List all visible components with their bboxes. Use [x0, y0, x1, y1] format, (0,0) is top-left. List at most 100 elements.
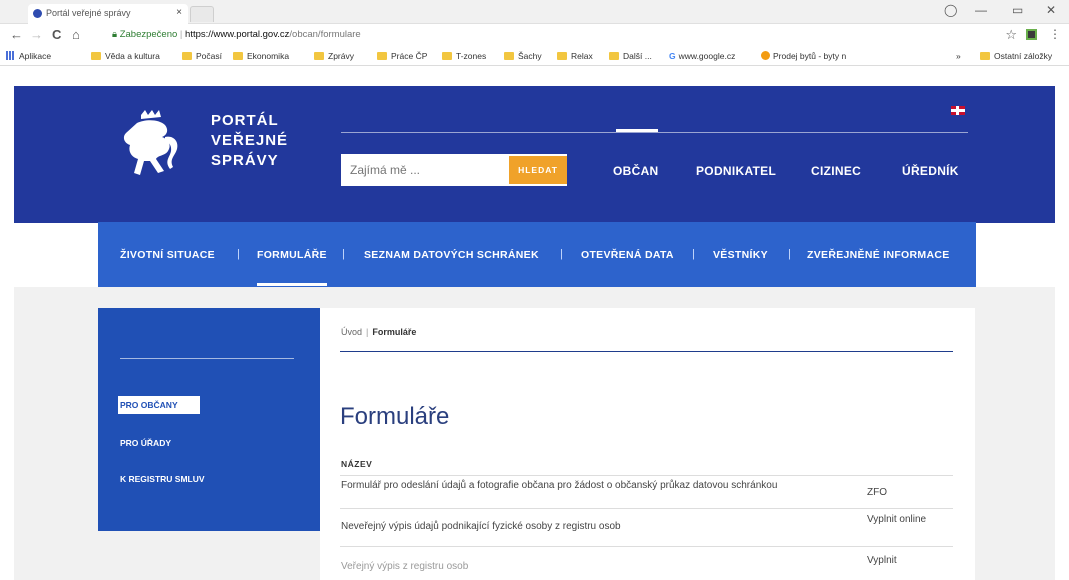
subnav-zivotni-situace[interactable]: ŽIVOTNÍ SITUACE — [120, 249, 215, 261]
sidebar-item-k-registru-smluv[interactable]: K REGISTRU SMLUV — [120, 474, 205, 484]
form-row-action[interactable]: Vyplnit online — [867, 513, 927, 526]
breadcrumb-separator: | — [366, 327, 369, 337]
row-divider — [340, 508, 953, 509]
bookmark-label: Ostatní záložky — [994, 51, 1053, 61]
logo-line: PORTÁL — [211, 112, 279, 129]
bookmark-item[interactable]: Zprávy — [314, 51, 354, 61]
site-header: PORTÁL VEŘEJNÉ SPRÁVY HLEDAT OBČAN PODNI… — [14, 86, 1055, 223]
close-window-button[interactable]: ✕ — [1046, 3, 1056, 17]
folder-icon — [182, 52, 192, 60]
subnav-formulare[interactable]: FORMULÁŘE — [257, 249, 327, 261]
subnav-separator: | — [788, 248, 791, 260]
bookmark-label: Práce ČP — [391, 51, 428, 61]
breadcrumb-current: Formuláře — [372, 327, 417, 337]
bookmark-item[interactable]: Relax — [557, 51, 593, 61]
bookmark-google[interactable]: Gwww.google.cz — [669, 51, 735, 61]
home-icon[interactable]: ⌂ — [72, 27, 80, 42]
form-row-name[interactable]: Veřejný výpis z registru osob — [341, 560, 831, 573]
reload-icon[interactable]: C — [52, 27, 61, 42]
lock-icon: 🔒︎ — [112, 29, 118, 40]
subnav-zverejnene-informace[interactable]: ZVEŘEJNĚNÉ INFORMACE — [807, 249, 950, 261]
bookmark-item[interactable]: Šachy — [504, 51, 542, 61]
main-content: Úvod | Formuláře Formuláře NÁZEV Formulář … — [320, 308, 975, 580]
tab-close-icon[interactable]: × — [176, 7, 182, 18]
bookmark-label: T-zones — [456, 51, 487, 61]
form-row-name[interactable]: Formulář pro odeslání údajů a fotografie… — [341, 479, 831, 492]
bookmark-item[interactable]: Práce ČP — [377, 51, 427, 61]
bookmarks-more[interactable]: » — [956, 51, 961, 61]
url-host: www.portal.gov.cz — [213, 29, 290, 40]
site-icon — [761, 51, 770, 60]
breadcrumb: Úvod | Formuláře — [341, 327, 416, 337]
form-row-action[interactable]: Vyplnit — [867, 554, 897, 567]
english-flag-icon[interactable] — [951, 106, 965, 115]
bookmark-label: Ekonomika — [247, 51, 290, 61]
bookmark-label: Zprávy — [328, 51, 354, 61]
bookmark-star-icon[interactable]: ☆ — [1005, 27, 1017, 43]
subnav-separator: | — [342, 248, 345, 260]
breadcrumb-home[interactable]: Úvod — [341, 327, 362, 337]
folder-icon — [314, 52, 324, 60]
site-favicon-icon — [33, 9, 42, 18]
profile-icon[interactable]: ◯ — [944, 3, 957, 17]
site-logo-text[interactable]: PORTÁL VEŘEJNÉ SPRÁVY — [211, 111, 288, 171]
nav-podnikatel[interactable]: PODNIKATEL — [696, 164, 776, 178]
search-button[interactable]: HLEDAT — [509, 156, 567, 184]
minimize-button[interactable]: — — [975, 3, 987, 17]
bookmark-item[interactable]: T-zones — [442, 51, 486, 61]
forward-icon[interactable]: → — [30, 27, 43, 42]
sidebar-item-pro-obcany[interactable]: PRO OBČANY — [118, 396, 200, 414]
sidebar-item-pro-urady[interactable]: PRO ÚŘADY — [120, 438, 171, 448]
bookmark-label: Aplikace — [19, 51, 52, 61]
sub-navigation: ŽIVOTNÍ SITUACE | FORMULÁŘE | SEZNAM DAT… — [98, 222, 976, 287]
active-nav-indicator — [616, 129, 658, 132]
bookmark-label: Relax — [571, 51, 593, 61]
subnav-otevrena-data[interactable]: OTEVŘENÁ DATA — [581, 249, 674, 261]
nav-obcan[interactable]: OBČAN — [613, 164, 659, 178]
folder-icon — [233, 52, 243, 60]
nav-cizinec[interactable]: CIZINEC — [811, 164, 861, 178]
browser-tab[interactable]: Portál veřejné správy × — [28, 4, 188, 24]
extension-icon[interactable] — [1026, 29, 1037, 40]
page-title: Formuláře — [340, 403, 450, 430]
bookmark-label: Další ... — [623, 51, 652, 61]
tab-title: Portál veřejné správy — [46, 8, 131, 18]
bookmark-apps[interactable]: Aplikace — [6, 51, 51, 61]
breadcrumb-divider — [340, 351, 953, 352]
subnav-separator: | — [692, 248, 695, 260]
browser-tab-bar: Portál veřejné správy × ◯ — ▭ ✕ — [0, 0, 1069, 24]
search-box: HLEDAT — [341, 154, 567, 186]
bookmark-prodej[interactable]: Prodej bytů - byty n — [761, 51, 846, 61]
nav-urednik[interactable]: ÚŘEDNÍK — [902, 164, 959, 178]
bookmark-other[interactable]: Ostatní záložky — [980, 51, 1052, 61]
subnav-active-indicator — [257, 283, 327, 286]
restore-button[interactable]: ▭ — [1012, 3, 1023, 17]
url-path: /obcan/formulare — [289, 29, 361, 40]
search-input[interactable] — [341, 154, 507, 186]
bookmark-label: Prodej bytů - byty n — [773, 51, 847, 61]
browser-menu-icon[interactable]: ⋮ — [1049, 27, 1061, 41]
row-divider — [340, 475, 953, 476]
google-icon: G — [669, 51, 676, 61]
bookmark-item[interactable]: Ekonomika — [233, 51, 289, 61]
bookmark-label: Počasí — [196, 51, 222, 61]
subnav-vestniky[interactable]: VĚSTNÍKY — [713, 249, 768, 261]
column-header-nazev: NÁZEV — [341, 459, 373, 469]
folder-icon — [442, 52, 452, 60]
lion-logo-icon[interactable] — [119, 109, 189, 177]
url-field[interactable]: 🔒︎ Zabezpečeno | https://www.portal.gov.… — [112, 29, 361, 40]
logo-line: SPRÁVY — [211, 152, 279, 169]
browser-window: Portál veřejné správy × ◯ — ▭ ✕ ← → C ⌂ … — [0, 0, 1069, 580]
back-icon[interactable]: ← — [10, 27, 23, 42]
form-row-name[interactable]: Neveřejný výpis údajů podnikající fyzick… — [341, 520, 831, 533]
bookmark-label: Šachy — [518, 51, 542, 61]
subnav-separator: | — [560, 248, 563, 260]
sidebar: PRO OBČANY PRO ÚŘADY K REGISTRU SMLUV — [98, 308, 320, 531]
subnav-seznam-datovych-schranek[interactable]: SEZNAM DATOVÝCH SCHRÁNEK — [364, 249, 539, 261]
new-tab-button[interactable] — [190, 6, 214, 22]
form-row-action[interactable]: ZFO — [867, 486, 887, 499]
folder-icon — [557, 52, 567, 60]
bookmark-item[interactable]: Věda a kultura — [91, 51, 160, 61]
bookmark-item[interactable]: Další ... — [609, 51, 652, 61]
bookmark-item[interactable]: Počasí — [182, 51, 222, 61]
